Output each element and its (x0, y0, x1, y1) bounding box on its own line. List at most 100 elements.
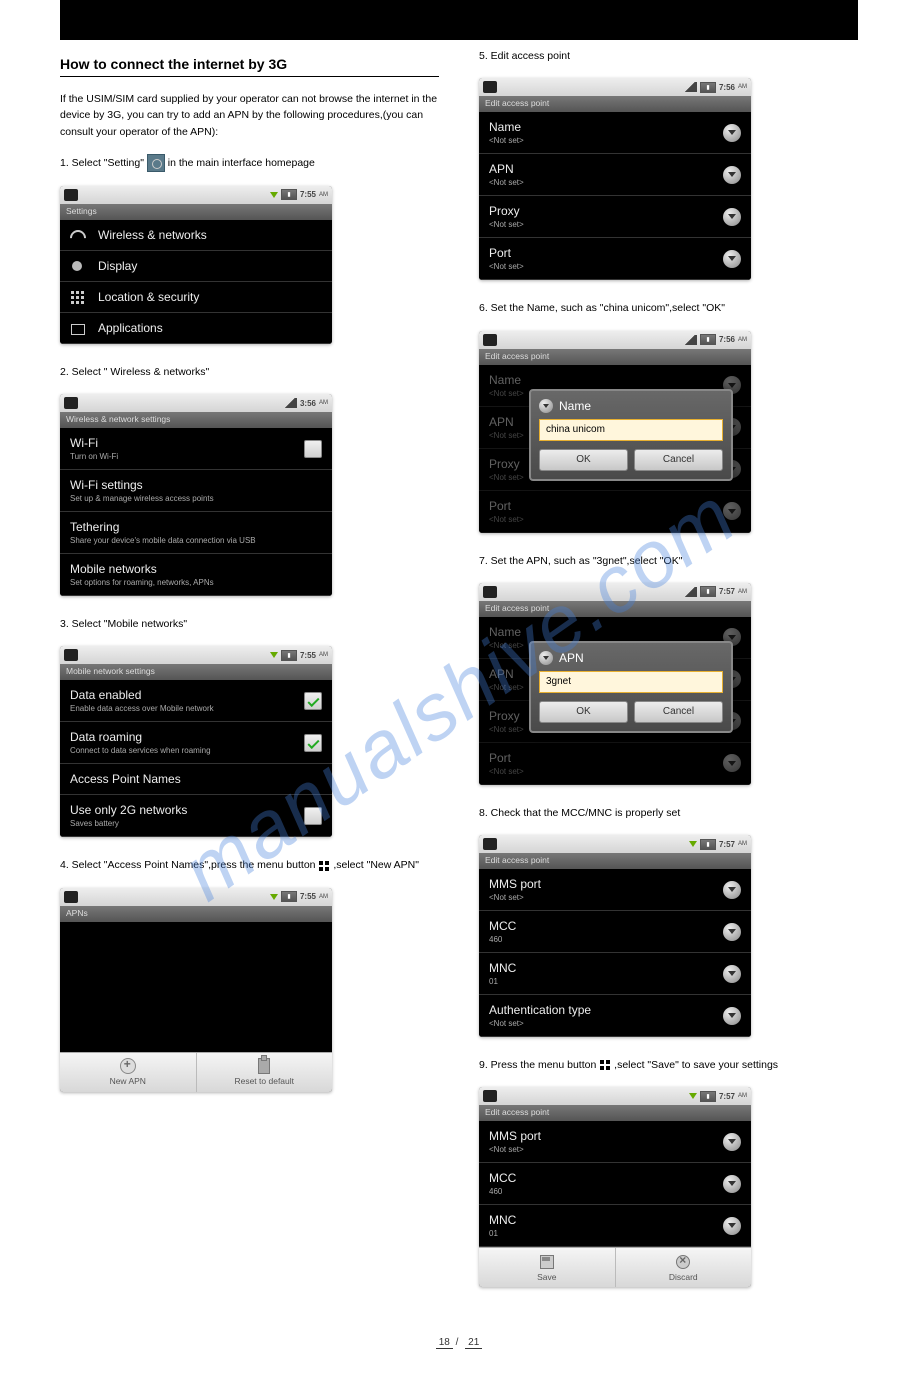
screen-header: Edit access point (479, 601, 751, 617)
name-dialog: Name OK Cancel (529, 389, 733, 481)
ok-button[interactable]: OK (539, 449, 628, 471)
settings-row-wireless[interactable]: Wireless & networks (60, 220, 332, 251)
disclosure-icon (723, 1175, 741, 1193)
apn-field-proxy[interactable]: Proxy<Not set> (479, 196, 751, 238)
empty-apn-list (60, 922, 332, 1052)
bg-row: Port<Not set> (479, 743, 751, 785)
mcc-row[interactable]: MCC460 (479, 1163, 751, 1205)
mmsport-row[interactable]: MMS port<Not set> (479, 869, 751, 911)
status-bar: ▮7:57AM (479, 583, 751, 601)
clock-ampm: AM (738, 589, 747, 595)
mmsport-row[interactable]: MMS port<Not set> (479, 1121, 751, 1163)
signal-box-icon: ▮ (700, 1091, 716, 1102)
status-bar: ▮7:55AM (60, 888, 332, 906)
apn-input[interactable] (539, 671, 723, 693)
signal-icon: ▮ (281, 650, 297, 661)
mcc-row[interactable]: MCC460 (479, 911, 751, 953)
save-button[interactable]: Save (479, 1248, 616, 1287)
apn-field-apn[interactable]: APN<Not set> (479, 154, 751, 196)
step-9-suffix: ,select "Save" to save your settings (614, 1059, 778, 1071)
screenshot-apns: ▮7:55AM APNs New APN Reset to default (60, 888, 332, 1092)
clock-ampm: AM (319, 652, 328, 658)
disclosure-icon (723, 1217, 741, 1235)
signal-icon (683, 587, 697, 597)
step-4-suffix: ,select "New APN" (333, 859, 419, 871)
status-notch (64, 649, 78, 661)
name-input[interactable] (539, 419, 723, 441)
step-1: 1. Select "Setting" in the main interfac… (60, 154, 439, 172)
wifi-settings-row[interactable]: Wi-Fi settingsSet up & manage wireless a… (60, 470, 332, 512)
clock-time: 7:55 (300, 892, 316, 901)
section-heading: How to connect the internet by 3G (60, 56, 439, 77)
disclosure-icon (723, 965, 741, 983)
dropdown-icon (539, 399, 553, 413)
dialog-title: Name (539, 399, 723, 413)
checkbox-icon[interactable] (304, 440, 322, 458)
disclosure-icon (723, 754, 741, 772)
mnc-row[interactable]: MNC01 (479, 953, 751, 995)
signal-box-icon: ▮ (700, 82, 716, 93)
screen-header: Edit access point (479, 853, 751, 869)
disclosure-icon (723, 208, 741, 226)
step-5: 5. Edit access point (479, 48, 858, 64)
apn-field-port[interactable]: Port<Not set> (479, 238, 751, 280)
clock-ampm: AM (319, 894, 328, 900)
dropdown-icon (539, 651, 553, 665)
disclosure-icon (723, 923, 741, 941)
data-enabled-row[interactable]: Data enabledEnable data access over Mobi… (60, 680, 332, 722)
only-2g-row[interactable]: Use only 2G networksSaves battery (60, 795, 332, 837)
screen-header: Wireless & network settings (60, 412, 332, 428)
clock-time: 7:55 (300, 190, 316, 199)
screenshot-mcc-mnc: ▮7:57AM Edit access point MMS port<Not s… (479, 835, 751, 1037)
tethering-row[interactable]: TetheringShare your device's mobile data… (60, 512, 332, 554)
dialog-title: APN (539, 651, 723, 665)
settings-row-applications[interactable]: Applications (60, 313, 332, 344)
ok-button[interactable]: OK (539, 701, 628, 723)
status-bar: ▮7:57AM (479, 1087, 751, 1105)
screenshot-apn-dialog: ▮7:57AM Edit access point Name<Not set> … (479, 583, 751, 785)
status-bar: 3:56AM (60, 394, 332, 412)
wifi-icon (70, 228, 86, 242)
bg-row: Port<Not set> (479, 491, 751, 533)
mobile-networks-row[interactable]: Mobile networksSet options for roaming, … (60, 554, 332, 596)
reset-default-button[interactable]: Reset to default (197, 1053, 333, 1092)
cancel-button[interactable]: Cancel (634, 701, 723, 723)
signal-icon: ▮ (281, 891, 297, 902)
clock-time: 7:57 (719, 587, 735, 596)
clock-time: 7:56 (719, 335, 735, 344)
signal-box-icon: ▮ (700, 334, 716, 345)
apn-field-name[interactable]: Name<Not set> (479, 112, 751, 154)
step-3: 3. Select "Mobile networks" (60, 616, 439, 632)
download-icon (689, 1093, 697, 1099)
menu-button-icon (318, 860, 330, 872)
authtype-row[interactable]: Authentication type<Not set> (479, 995, 751, 1037)
new-apn-button[interactable]: New APN (60, 1053, 197, 1092)
screen-header: Settings (60, 204, 332, 220)
data-roaming-row[interactable]: Data roamingConnect to data services whe… (60, 722, 332, 764)
checkbox-checked-icon[interactable] (304, 692, 322, 710)
left-column: How to connect the internet by 3G If the… (60, 48, 439, 1307)
checkbox-checked-icon[interactable] (304, 734, 322, 752)
wifi-toggle-row[interactable]: Wi-FiTurn on Wi-Fi (60, 428, 332, 470)
step-9: 9. Press the menu button ,select "Save" … (479, 1057, 858, 1073)
discard-button[interactable]: Discard (616, 1248, 752, 1287)
mnc-row[interactable]: MNC01 (479, 1205, 751, 1247)
status-notch (64, 189, 78, 201)
signal-icon: ▮ (281, 189, 297, 200)
clock-ampm: AM (319, 192, 328, 198)
plus-icon (120, 1058, 136, 1074)
screen-header: APNs (60, 906, 332, 922)
settings-row-display[interactable]: Display (60, 251, 332, 282)
clock-ampm: AM (738, 337, 747, 343)
screenshot-name-dialog: ▮7:56AM Edit access point Name<Not set> … (479, 331, 751, 533)
step-1-suffix: in the main interface homepage (168, 157, 315, 169)
step-9-prefix: 9. Press the menu button (479, 1059, 596, 1071)
step-1-prefix: 1. Select "Setting" (60, 157, 144, 169)
cancel-button[interactable]: Cancel (634, 449, 723, 471)
status-notch (64, 891, 78, 903)
checkbox-icon[interactable] (304, 807, 322, 825)
settings-row-location[interactable]: Location & security (60, 282, 332, 313)
apn-row[interactable]: Access Point Names (60, 764, 332, 795)
screen-header: Edit access point (479, 349, 751, 365)
screen-header: Mobile network settings (60, 664, 332, 680)
